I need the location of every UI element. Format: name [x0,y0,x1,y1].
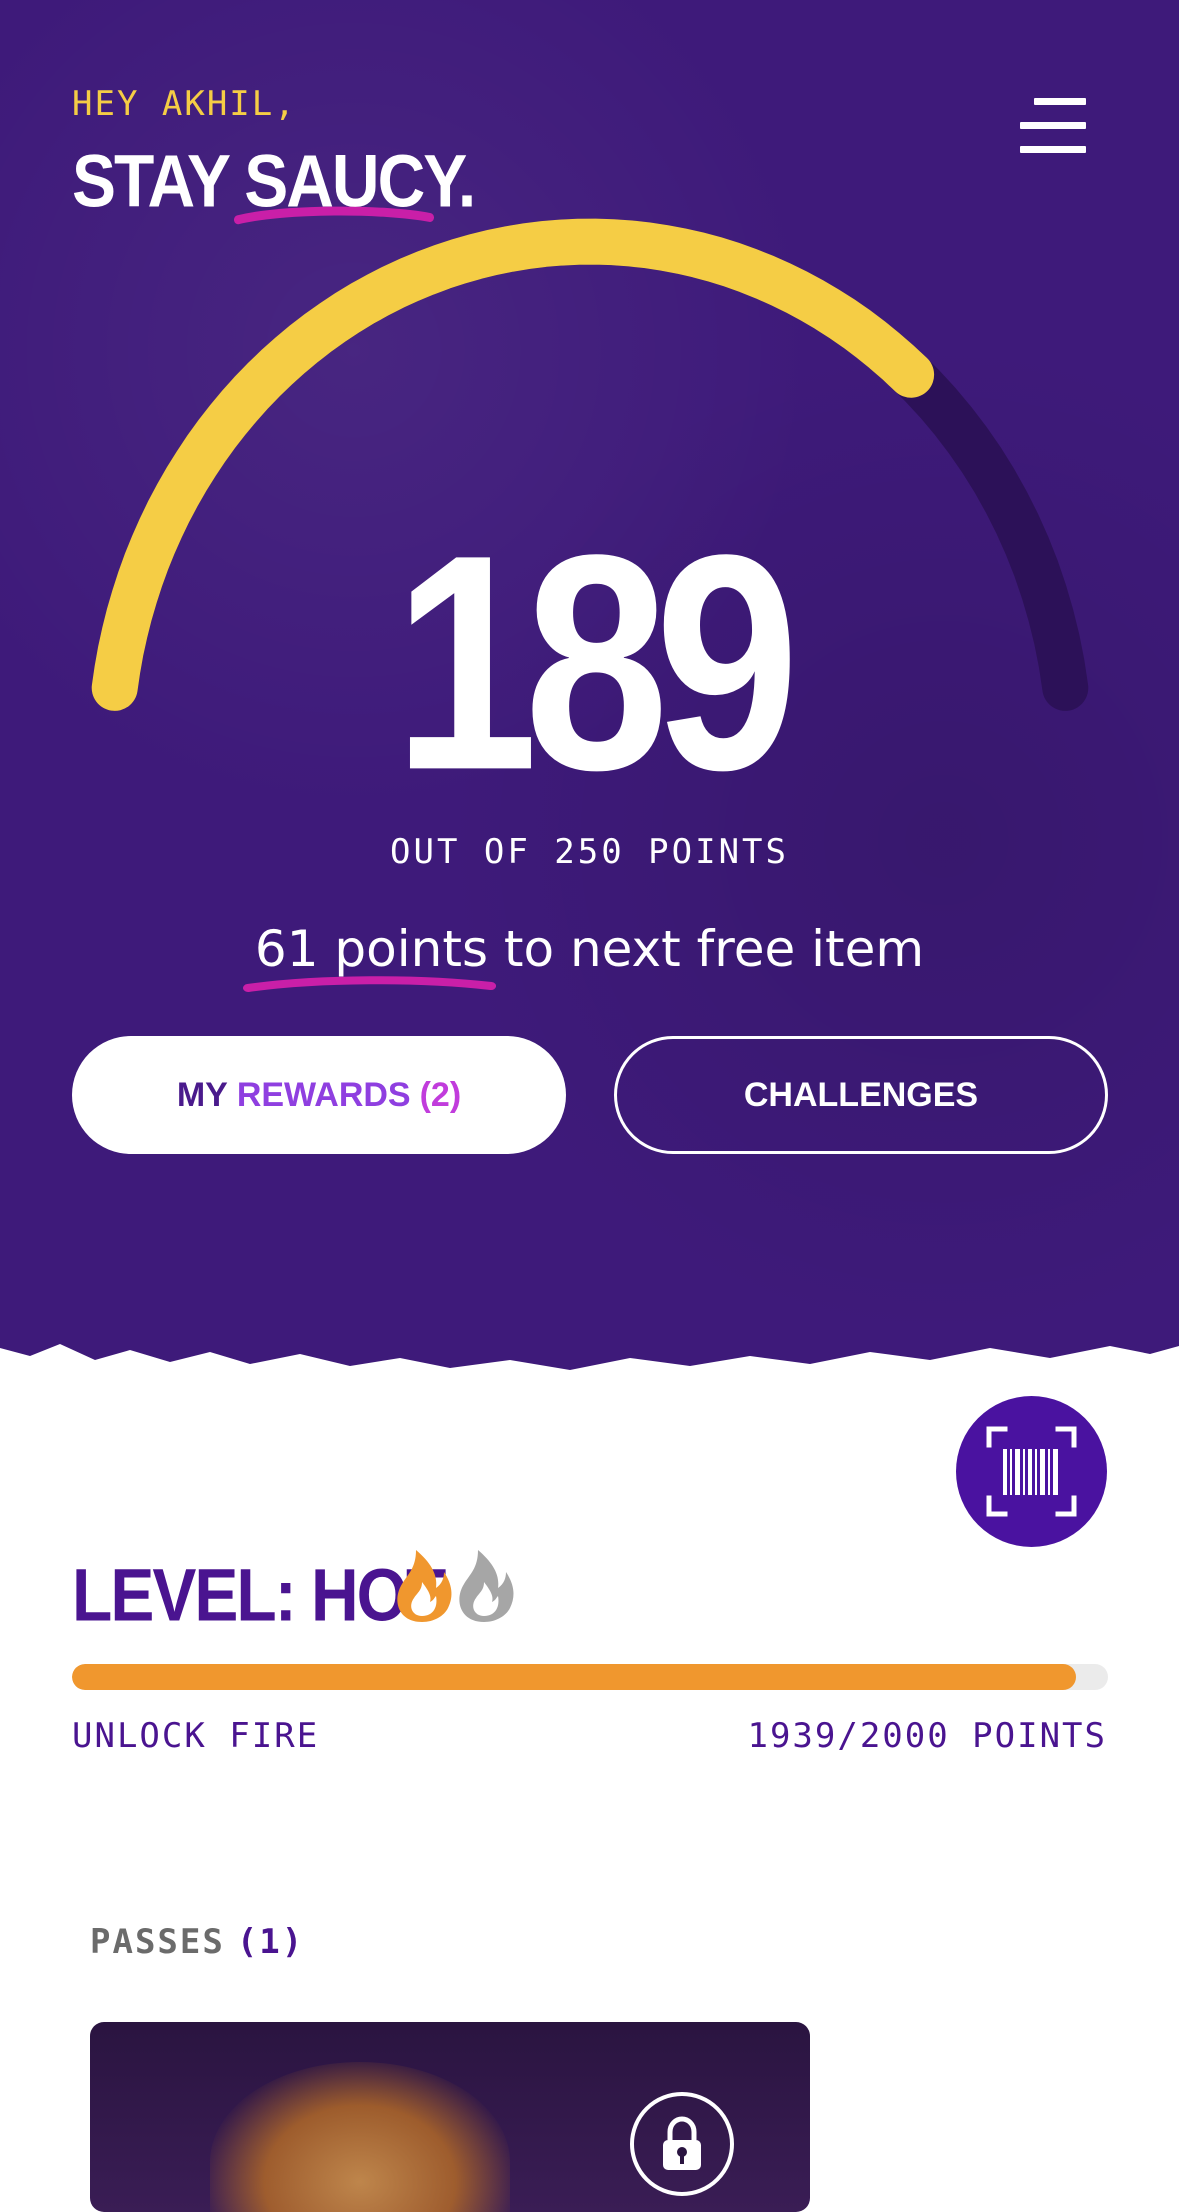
rewards-word-label: REWARDS [236,1075,411,1114]
unlock-label: UNLOCK FIRE [72,1716,320,1756]
challenges-label: CHALLENGES [743,1075,979,1114]
torn-paper-edge [0,1344,1179,1410]
points-caption: OUT OF 250 POINTS [390,832,789,872]
flame-active-icon [397,1550,452,1622]
points-needed: 61 points [242,920,496,992]
my-rewards-button[interactable]: MY REWARDS (2) [72,1036,566,1154]
points-needed-label: 61 points [254,920,488,978]
passes-heading: PASSES (1) [90,1922,304,1962]
level-progress-fill [72,1664,1077,1690]
flame-inactive-icon [459,1550,514,1622]
points-needed-underline [242,976,496,992]
passes-label: PASSES [90,1922,225,1962]
pass-food-image [210,2062,510,2212]
level-points-label: 1939/2000 POINTS [747,1716,1107,1756]
pass-lock-badge [630,2092,734,2196]
rewards-my-label: MY [176,1075,228,1114]
rewards-count-label: (2) [419,1075,462,1114]
challenges-button[interactable]: CHALLENGES [614,1036,1108,1154]
next-free-item-text: 61 points to next free item [0,920,1179,992]
points-value: 189 [393,492,800,835]
level-flames [397,1550,514,1622]
barcode-scan-button[interactable] [956,1396,1107,1547]
lock-icon [663,2116,701,2170]
next-item-rest: to next free item [488,920,925,978]
passes-count: (1) [236,1922,305,1962]
barcode-scan-icon [986,1426,1077,1517]
level-progress-bar [72,1664,1108,1690]
